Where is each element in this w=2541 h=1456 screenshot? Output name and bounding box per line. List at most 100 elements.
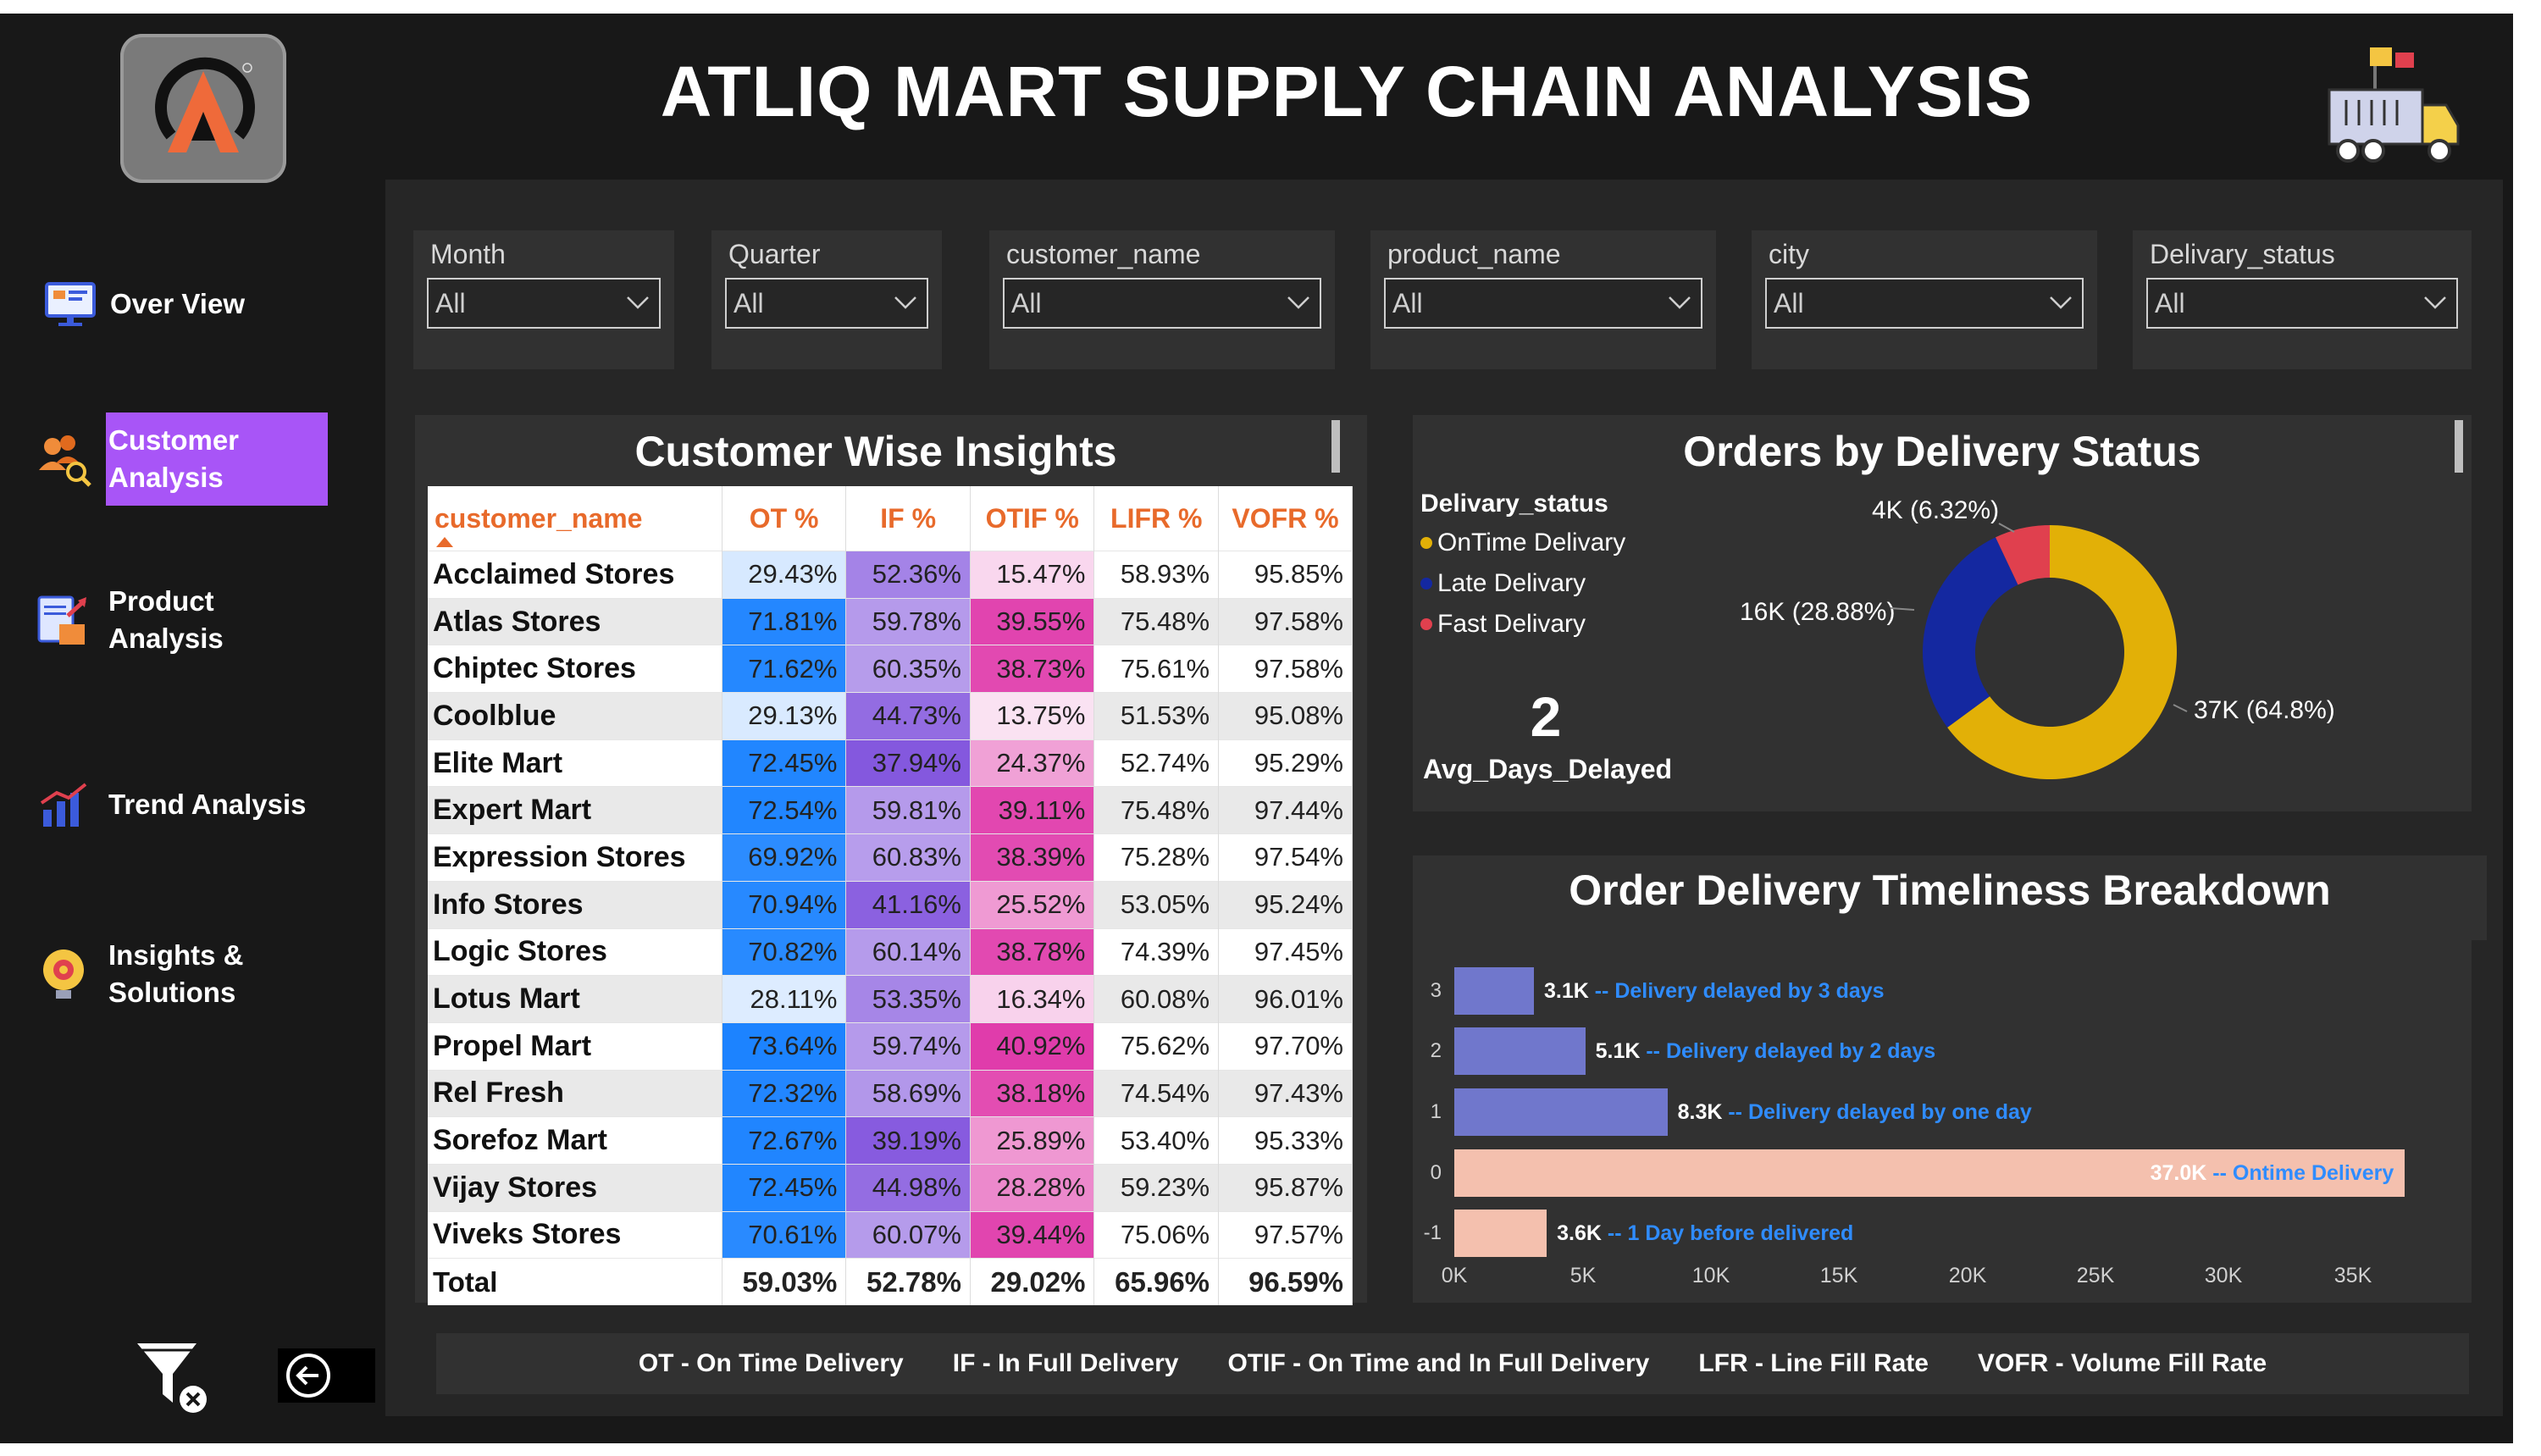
delivery-status-dropdown[interactable]: All — [2146, 278, 2458, 329]
slicer-delivery-status[interactable]: Delivary_status All — [2133, 230, 2472, 369]
ot-cell: 72.54% — [722, 786, 847, 834]
chevron-down-icon — [1287, 296, 1309, 309]
city-dropdown[interactable]: All — [1765, 278, 2084, 329]
total-cell: 65.96% — [1093, 1258, 1220, 1305]
vofr-cell: 95.33% — [1218, 1116, 1353, 1165]
column-header-lifr[interactable]: LIFR % — [1093, 486, 1220, 551]
table-row[interactable]: Atlas Stores 71.81% 59.78% 39.55% 75.48% 97.5… — [428, 597, 1353, 645]
if-cell: 60.14% — [845, 927, 971, 976]
if-cell: 44.73% — [845, 692, 971, 740]
filter-clear-icon — [137, 1343, 207, 1413]
table-row[interactable]: Rel Fresh 72.32% 58.69% 38.18% 74.54% 97.43% — [428, 1069, 1353, 1117]
quarter-dropdown[interactable]: All — [725, 278, 928, 329]
ot-cell: 72.45% — [722, 1163, 847, 1212]
column-header-customer-name[interactable]: customer_name — [428, 486, 722, 551]
legend-title: Delivary_status — [1420, 490, 1608, 518]
table-row[interactable]: Info Stores 70.94% 41.16% 25.52% 53.05% 95.24… — [428, 880, 1353, 928]
y-tick-label: -1 — [1423, 1221, 1442, 1244]
lifr-cell: 51.53% — [1093, 692, 1220, 740]
x-tick-label: 5K — [1569, 1264, 1597, 1287]
table-row[interactable]: Lotus Mart 28.11% 53.35% 16.34% 60.08% 96.01% — [428, 975, 1353, 1023]
if-cell: 59.78% — [845, 597, 971, 645]
table-row[interactable]: Vijay Stores 72.45% 44.98% 28.28% 59.23% 95.8… — [428, 1163, 1353, 1212]
slicer-month[interactable]: Month All — [413, 230, 674, 369]
vofr-cell: 95.08% — [1218, 692, 1353, 740]
nav-item-trend-analysis[interactable]: Trend Analysis — [34, 775, 307, 834]
customers-icon — [34, 429, 93, 489]
column-header-if[interactable]: IF % — [845, 486, 971, 551]
column-header-otif[interactable]: OTIF % — [970, 486, 1095, 551]
x-tick-label: 20K — [1948, 1264, 1987, 1287]
lifr-cell: 75.48% — [1093, 597, 1220, 645]
table-row[interactable]: Logic Stores 70.82% 60.14% 38.78% 74.39% 97.4… — [428, 927, 1353, 976]
otif-cell: 39.44% — [970, 1210, 1095, 1259]
nav-label-product-analysis: Product Analysis — [108, 585, 224, 654]
truck-icon — [2321, 41, 2465, 176]
bar-1[interactable] — [1454, 1027, 1586, 1075]
vofr-cell: 97.57% — [1218, 1210, 1353, 1259]
ot-cell: 72.32% — [722, 1069, 847, 1117]
customer-name-cell: Elite Mart — [428, 739, 722, 787]
if-cell: 39.19% — [845, 1116, 971, 1165]
slicer-quarter[interactable]: Quarter All — [711, 230, 942, 369]
table-row[interactable]: Expression Stores 69.92% 60.83% 38.39% 75.28… — [428, 833, 1353, 882]
slicer-product-name[interactable]: product_name All — [1370, 230, 1716, 369]
otif-cell: 38.78% — [970, 927, 1095, 976]
vofr-cell: 95.87% — [1218, 1163, 1353, 1212]
bar-data-label: 37.0K -- Ontime Delivery — [2150, 1161, 2394, 1185]
customer-name-cell: Coolblue — [428, 692, 722, 740]
legend-item-late[interactable]: Late Delivary — [1420, 569, 1586, 598]
table-row[interactable]: Expert Mart 72.54% 59.81% 39.11% 75.48% 97.44… — [428, 786, 1353, 834]
slicer-customer-name[interactable]: customer_name All — [989, 230, 1335, 369]
legend-item-fast[interactable]: Fast Delivary — [1420, 610, 1586, 639]
abbreviation-legend: OT - On Time Delivery IF - In Full Delive… — [436, 1333, 2469, 1394]
if-cell: 58.69% — [845, 1069, 971, 1117]
table-row[interactable]: Propel Mart 73.64% 59.74% 40.92% 75.62% 97.70… — [428, 1021, 1353, 1071]
nav-label-trend-analysis: Trend Analysis — [108, 789, 307, 820]
table-total-row: Total 59.03% 52.78% 29.02% 65.96% 96.59% — [428, 1258, 1353, 1305]
ot-cell: 29.13% — [722, 692, 847, 740]
month-dropdown[interactable]: All — [427, 278, 661, 329]
product-dropdown[interactable]: All — [1384, 278, 1702, 329]
chevron-down-icon — [2050, 296, 2072, 309]
vofr-cell: 97.43% — [1218, 1069, 1353, 1117]
nav-item-overview[interactable]: Over View — [41, 274, 245, 334]
nav-item-insights[interactable]: Insights & Solutions — [34, 937, 244, 1011]
timeliness-title-bar: Order Delivery Timeliness Breakdown — [1413, 855, 2487, 940]
lifr-cell: 58.93% — [1093, 551, 1220, 599]
slicer-city[interactable]: city All — [1752, 230, 2097, 369]
abbreviation-item: OTIF - On Time and In Full Delivery — [1227, 1349, 1650, 1377]
back-arrow-icon — [286, 1354, 330, 1398]
table-row[interactable]: Sorefoz Mart 72.67% 39.19% 25.89% 53.40% 95.3… — [428, 1116, 1353, 1165]
otif-cell: 28.28% — [970, 1163, 1095, 1212]
nav-item-product-analysis[interactable]: Product Analysis — [34, 583, 224, 657]
total-cell: 29.02% — [970, 1258, 1095, 1305]
ot-cell: 70.94% — [722, 880, 847, 928]
column-header-vofr[interactable]: VOFR % — [1218, 486, 1353, 551]
customer-name-cell: Atlas Stores — [428, 597, 722, 645]
bar-data-label: 3.1K -- Delivery delayed by 3 days — [1543, 979, 1885, 1003]
otif-cell: 38.18% — [970, 1069, 1095, 1117]
table-row[interactable]: Elite Mart 72.45% 37.94% 24.37% 52.74% 95.29% — [428, 739, 1353, 787]
bar-4[interactable] — [1454, 1210, 1547, 1257]
table-row[interactable]: Acclaimed Stores 29.43% 52.36% 15.47% 58.93%… — [428, 551, 1353, 599]
ot-cell: 29.43% — [722, 551, 847, 599]
scrollbar[interactable] — [1331, 420, 1340, 473]
abbreviation-item: IF - In Full Delivery — [952, 1349, 1179, 1377]
scrollbar[interactable] — [2455, 420, 2463, 473]
legend-item-ontime[interactable]: OnTime Delivary — [1420, 529, 1625, 557]
lifr-cell: 75.06% — [1093, 1210, 1220, 1259]
bar-2[interactable] — [1454, 1088, 1668, 1136]
table-row[interactable]: Chiptec Stores 71.62% 60.35% 38.73% 75.61% 97… — [428, 645, 1353, 693]
sort-ascending-icon — [436, 537, 453, 547]
customer-dropdown[interactable]: All — [1003, 278, 1321, 329]
nav-item-customer-analysis[interactable]: Customer Analysis — [34, 422, 239, 496]
back-button[interactable] — [278, 1348, 375, 1403]
table-row[interactable]: Viveks Stores 70.61% 60.07% 39.44% 75.06% 97.… — [428, 1210, 1353, 1259]
table-row[interactable]: Coolblue 29.13% 44.73% 13.75% 51.53% 95.08% — [428, 692, 1353, 740]
if-cell: 41.16% — [845, 880, 971, 928]
column-header-ot[interactable]: OT % — [722, 486, 847, 551]
abbreviation-item: VOFR - Volume Fill Rate — [1977, 1349, 2267, 1377]
clear-filters-button[interactable] — [134, 1340, 210, 1416]
bar-0[interactable] — [1454, 967, 1534, 1015]
